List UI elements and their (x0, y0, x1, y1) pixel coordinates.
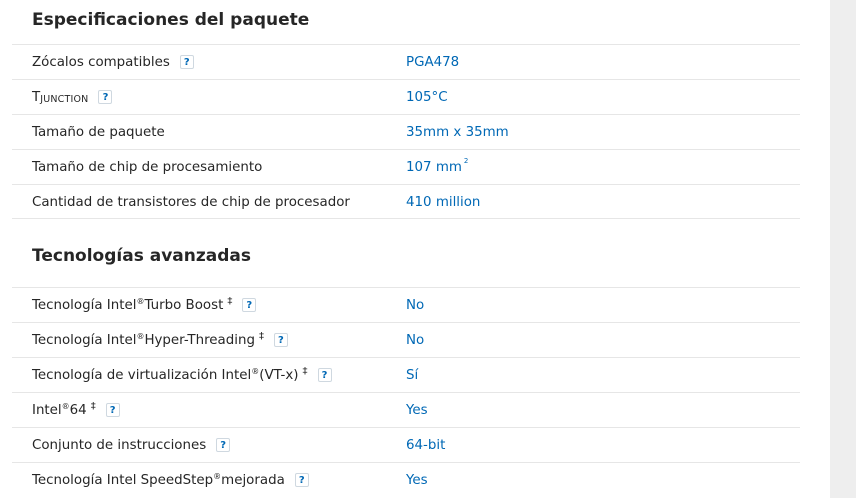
spec-label-text: Hyper-Threading (144, 332, 255, 348)
question-icon[interactable]: ? (179, 55, 194, 69)
spec-label: Tecnología Intel ® Turbo Boost ‡ ? (32, 288, 257, 322)
spec-label-text: Tecnología Intel (32, 332, 137, 348)
spec-label: Conjunto de instrucciones ? (32, 428, 231, 462)
question-icon[interactable]: ? (317, 368, 332, 382)
registered-mark: ® (213, 471, 222, 481)
question-icon[interactable]: ? (216, 438, 231, 452)
spec-label: Tamaño de paquete (32, 115, 165, 149)
spec-row-package-size: Tamaño de paquete 35mm x 35mm (12, 114, 800, 149)
spec-value: No (406, 297, 425, 313)
spec-label-text: Tecnología de virtualización Intel (32, 367, 252, 383)
question-icon[interactable]: ? (273, 333, 288, 347)
spec-value: Yes (406, 402, 428, 418)
spec-value: 64-bit (406, 437, 446, 453)
spec-label: Tecnología Intel SpeedStep ® mejorada ? (32, 463, 309, 497)
spec-label-text: Tamaño de chip de procesamiento (32, 159, 263, 175)
section-title-package: Especificaciones del paquete (32, 10, 310, 30)
spec-value: Sí (406, 367, 419, 383)
spec-label-text: T (32, 89, 41, 105)
spec-label: T JUNCTION ? (32, 80, 113, 114)
spec-label-text: Tamaño de paquete (32, 124, 165, 140)
footnote-dagger[interactable]: ‡ (227, 296, 232, 307)
registered-mark: ® (136, 331, 145, 341)
spec-label-text: mejorada (221, 472, 285, 488)
question-icon[interactable]: ? (294, 473, 309, 487)
right-gutter (830, 0, 856, 498)
spec-label-text: (VT-x) (259, 367, 299, 383)
spec-label: Tamaño de chip de procesamiento (32, 150, 262, 184)
spec-row-die-size: Tamaño de chip de procesamiento 107 mm 2 (12, 149, 800, 184)
spec-value: PGA478 (406, 54, 460, 70)
section-title-advanced: Tecnologías avanzadas (32, 246, 251, 266)
spec-value: 410 million (406, 194, 481, 210)
spec-row-hyper-threading: Tecnología Intel ® Hyper-Threading ‡ ? No (12, 322, 800, 357)
spec-label-text: Turbo Boost (144, 297, 224, 313)
question-icon[interactable]: ? (242, 298, 257, 312)
spec-label-subscript: JUNCTION (40, 93, 89, 105)
spec-label-text: Tecnología Intel SpeedStep (32, 472, 214, 488)
spec-value: 105°C (406, 89, 448, 105)
spec-row-turbo-boost: Tecnología Intel ® Turbo Boost ‡ ? No (12, 287, 800, 322)
question-icon[interactable]: ? (105, 403, 120, 417)
spec-label: Tecnología Intel ® Hyper-Threading ‡ ? (32, 323, 288, 357)
spec-label: Tecnología de virtualización Intel ® (VT-… (32, 358, 332, 392)
spec-value-superscript: 2 (463, 157, 469, 165)
question-icon[interactable]: ? (98, 90, 113, 104)
spec-label-text: Tecnología Intel (32, 297, 137, 313)
spec-label-text: Intel (32, 402, 62, 418)
spec-row-intel64: Intel ® 64 ‡ ? Yes (12, 392, 800, 427)
spec-page: Especificaciones del paquete Zócalos com… (0, 0, 856, 498)
registered-mark: ® (61, 401, 70, 411)
spec-label-text: Zócalos compatibles (32, 54, 170, 70)
spec-label-text: Cantidad de transistores de chip de proc… (32, 194, 350, 210)
spec-value: 35mm x 35mm (406, 124, 509, 140)
spec-value: No (406, 332, 425, 348)
footnote-dagger[interactable]: ‡ (259, 331, 264, 342)
spec-label: Intel ® 64 ‡ ? (32, 393, 120, 427)
spec-value: Yes (406, 472, 428, 488)
spec-row-transistors: Cantidad de transistores de chip de proc… (12, 184, 800, 219)
spec-label-text: 64 (69, 402, 87, 418)
spec-label-text: Conjunto de instrucciones (32, 437, 207, 453)
registered-mark: ® (136, 296, 145, 306)
spec-row-instruction-set: Conjunto de instrucciones ? 64-bit (12, 427, 800, 462)
spec-label: Zócalos compatibles ? (32, 45, 194, 79)
spec-value: 107 mm 2 (406, 150, 468, 184)
spec-content: Especificaciones del paquete Zócalos com… (12, 0, 800, 497)
spec-value-text: 107 mm (406, 159, 462, 175)
spec-row-speedstep: Tecnología Intel SpeedStep ® mejorada ? Y… (12, 462, 800, 497)
spec-row-sockets: Zócalos compatibles ? PGA478 (12, 44, 800, 79)
footnote-dagger[interactable]: ‡ (303, 366, 308, 377)
footnote-dagger[interactable]: ‡ (91, 401, 96, 412)
registered-mark: ® (251, 366, 260, 376)
spec-row-tjunction: T JUNCTION ? 105°C (12, 79, 800, 114)
spec-label: Cantidad de transistores de chip de proc… (32, 185, 350, 219)
spec-row-vtx: Tecnología de virtualización Intel ® (VT-… (12, 357, 800, 392)
